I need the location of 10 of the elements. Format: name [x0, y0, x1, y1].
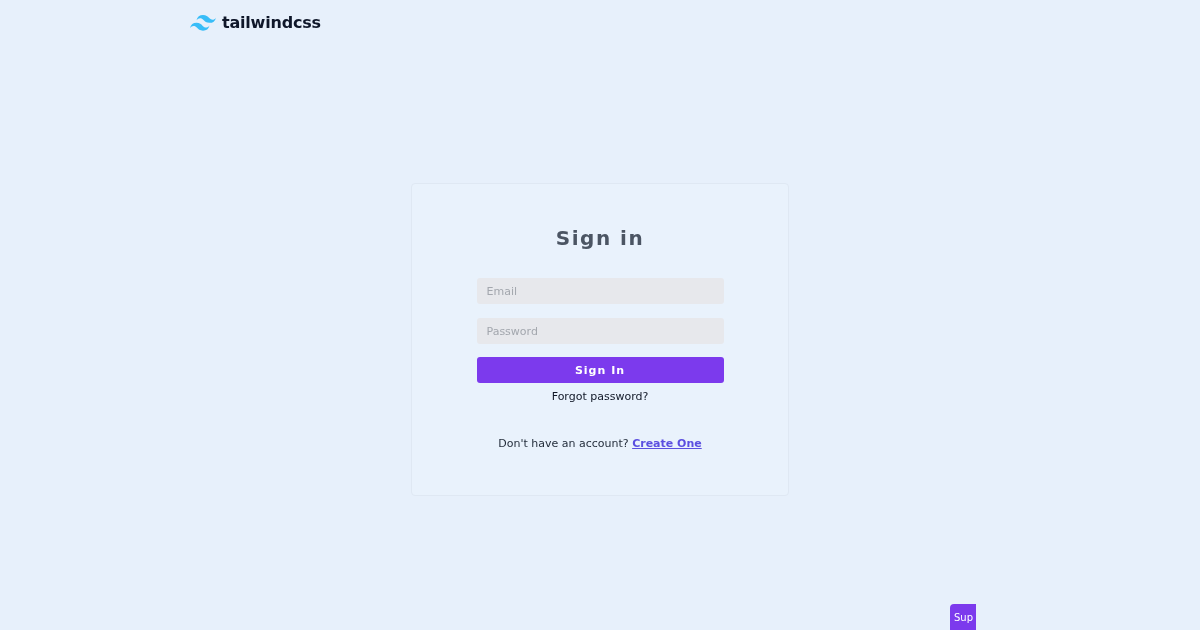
- signup-prompt: Don't have an account? Create One: [498, 437, 702, 451]
- password-field[interactable]: Password: [476, 318, 724, 344]
- form-title: Sign in: [555, 226, 645, 250]
- sign-in-button[interactable]: Sign In: [476, 357, 724, 383]
- email-field[interactable]: Email: [476, 278, 724, 304]
- logo-wordmark: tailwindcss: [222, 13, 321, 33]
- support-button[interactable]: Sup: [950, 604, 976, 630]
- create-account-link[interactable]: Create One: [632, 437, 702, 450]
- forgot-password-link[interactable]: Forgot password?: [551, 390, 649, 404]
- wave-logo-icon: [190, 15, 216, 31]
